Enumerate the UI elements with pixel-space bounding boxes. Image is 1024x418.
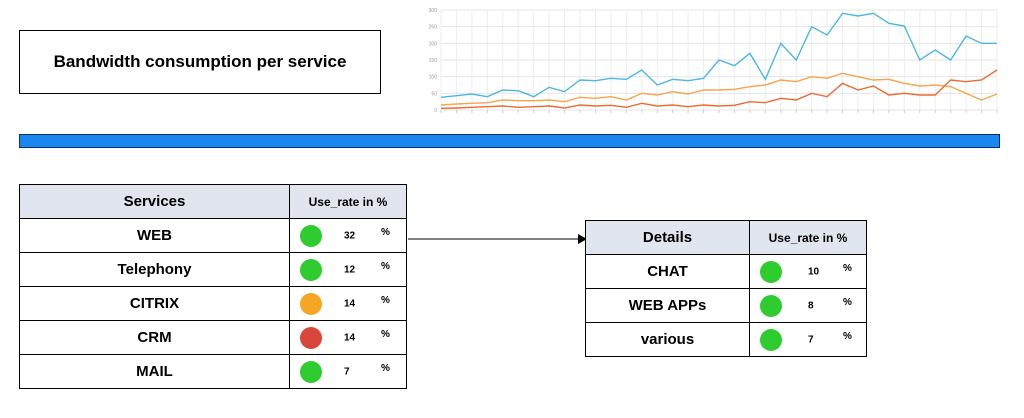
service-name: MAIL <box>19 354 290 389</box>
services-header-row: Services Use_rate in % <box>19 184 407 219</box>
use-rate-header: Use_rate in % <box>289 184 407 219</box>
percent-unit: % <box>843 263 852 274</box>
details-table: Details Use_rate in % CHAT 10 % WEB APPs… <box>585 220 867 357</box>
percent-unit: % <box>381 227 390 238</box>
services-table: Services Use_rate in % WEB 32 % Telephon… <box>19 184 407 389</box>
use-rate-value: 10 <box>808 266 820 277</box>
table-row: Telephony 12 % <box>19 252 407 287</box>
use-rate-cell: 14 % <box>289 286 407 321</box>
table-row: CHAT 10 % <box>585 254 867 289</box>
table-row: WEB APPs 8 % <box>585 288 867 323</box>
status-indicator <box>300 326 322 349</box>
use-rate-value: 32 <box>344 230 356 241</box>
y-tick-label: 150 <box>429 58 438 64</box>
service-name: CITRIX <box>19 286 290 321</box>
use-rate-cell: 8 % <box>749 288 867 323</box>
status-indicator <box>300 360 322 383</box>
table-row: MAIL 7 % <box>19 354 407 389</box>
percent-unit: % <box>381 261 390 272</box>
percent-unit: % <box>843 297 852 308</box>
y-tick-label: 0 <box>434 108 437 114</box>
service-name: Telephony <box>19 252 290 287</box>
use-rate-value: 12 <box>344 264 356 275</box>
y-tick-label: 300 <box>429 8 438 14</box>
status-indicator <box>760 328 782 351</box>
detail-name: CHAT <box>585 254 750 289</box>
y-tick-label: 250 <box>429 25 438 31</box>
use-rate-cell: 7 % <box>289 354 407 389</box>
table-row: CITRIX 14 % <box>19 286 407 321</box>
use-rate-header: Use_rate in % <box>749 220 867 255</box>
service-name: WEB <box>19 218 290 253</box>
services-header: Services <box>19 184 290 219</box>
y-tick-label: 50 <box>431 91 437 97</box>
use-rate-cell: 12 % <box>289 252 407 287</box>
use-rate-value: 8 <box>808 300 814 311</box>
details-header: Details <box>585 220 750 255</box>
table-row: WEB 32 % <box>19 218 407 253</box>
detail-name: WEB APPs <box>585 288 750 323</box>
use-rate-cell: 7 % <box>749 322 867 357</box>
y-tick-label: 100 <box>429 75 438 81</box>
use-rate-value: 14 <box>344 298 356 309</box>
status-indicator <box>300 258 322 281</box>
detail-name: various <box>585 322 750 357</box>
percent-unit: % <box>381 295 390 306</box>
status-indicator <box>300 292 322 315</box>
percent-unit: % <box>843 331 852 342</box>
y-tick-label: 200 <box>429 41 438 47</box>
status-indicator <box>760 260 782 283</box>
details-header-row: Details Use_rate in % <box>585 220 867 255</box>
percent-unit: % <box>381 329 390 340</box>
use-rate-cell: 32 % <box>289 218 407 253</box>
status-indicator <box>300 224 322 247</box>
bandwidth-line-chart: 0 50 100 150 200 250 300 <box>419 6 1003 122</box>
page-title: Bandwidth consumption per service <box>19 30 381 94</box>
table-row: CRM 14 % <box>19 320 407 355</box>
use-rate-cell: 14 % <box>289 320 407 355</box>
use-rate-value: 7 <box>344 366 350 377</box>
separator-bar <box>19 134 1000 148</box>
use-rate-value: 14 <box>344 332 356 343</box>
table-row: various 7 % <box>585 322 867 357</box>
connector-arrow <box>408 234 587 244</box>
use-rate-cell: 10 % <box>749 254 867 289</box>
use-rate-value: 7 <box>808 334 814 345</box>
status-indicator <box>760 294 782 317</box>
service-name: CRM <box>19 320 290 355</box>
percent-unit: % <box>381 363 390 374</box>
